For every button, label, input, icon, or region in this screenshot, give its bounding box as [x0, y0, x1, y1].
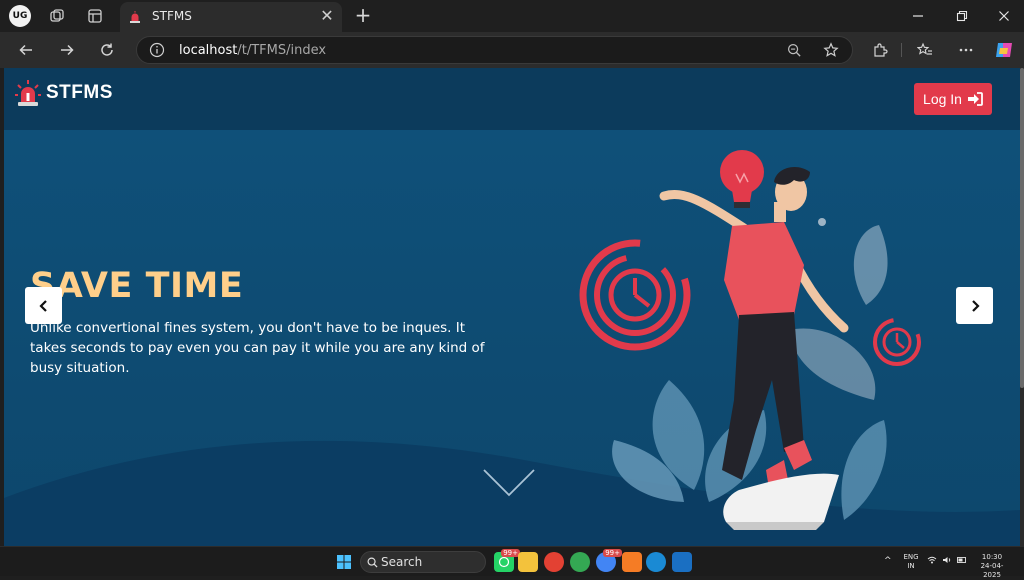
chrome-icon[interactable]: [544, 552, 564, 572]
taskbar-search-label: Search: [381, 555, 423, 569]
carousel-prev-button[interactable]: [25, 287, 62, 324]
favorites-icon[interactable]: [914, 39, 936, 61]
brand-name[interactable]: STFMS: [46, 82, 113, 104]
login-button[interactable]: Log In: [914, 83, 992, 115]
hero-carousel: SAVE TIME Unlike convertional fines syst…: [4, 130, 1020, 546]
refresh-icon[interactable]: [96, 39, 118, 61]
address-bar[interactable]: localhost/t/TFMS/index: [136, 36, 853, 64]
close-window-icon[interactable]: [992, 6, 1016, 26]
minimize-icon[interactable]: [906, 6, 930, 26]
language-bottom: IN: [907, 562, 915, 570]
toolbar-divider: [901, 43, 902, 57]
page-scrollbar[interactable]: [1020, 68, 1024, 546]
site-info-icon[interactable]: [149, 42, 165, 58]
siren-icon: [130, 11, 140, 23]
copilot-icon[interactable]: [993, 39, 1015, 61]
web-page: STFMS Log In SAVE TIME Unlike convertion…: [4, 68, 1020, 546]
windows-taskbar: Search 99+ 99+ ^ ENG IN 10:30 24-04-2025: [0, 546, 1024, 579]
profile-avatar[interactable]: UG: [9, 5, 31, 27]
hero-description: Unlike convertional fines system, you do…: [30, 320, 485, 376]
browser-tab-stfms[interactable]: STFMS ✕: [120, 2, 342, 32]
chrome-notifications-icon[interactable]: 99+: [596, 549, 622, 572]
search-icon: [367, 557, 378, 568]
taskbar-search[interactable]: Search: [360, 551, 486, 573]
login-label: Log In: [923, 91, 962, 107]
zoom-icon[interactable]: [785, 41, 803, 59]
chrome-profile-icon[interactable]: [570, 552, 590, 572]
sign-in-icon: [967, 92, 983, 106]
workspaces-icon[interactable]: [47, 6, 67, 26]
language-top: ENG: [903, 553, 919, 561]
url-path: /t/TFMS/index: [237, 43, 327, 58]
edge-icon[interactable]: [646, 552, 666, 572]
clock-time: 10:30: [981, 553, 1003, 561]
battery-icon[interactable]: [957, 556, 967, 567]
url-text: localhost/t/TFMS/index: [179, 43, 326, 58]
clock-date: 24-04-2025: [980, 562, 1004, 579]
scrollbar-thumb[interactable]: [1020, 68, 1024, 388]
notification-badge: 99+: [603, 549, 622, 557]
file-explorer-icon[interactable]: [518, 552, 538, 572]
xampp-icon[interactable]: [622, 552, 642, 572]
new-tab-button[interactable]: +: [352, 5, 374, 27]
extensions-icon[interactable]: [869, 39, 891, 61]
wifi-icon[interactable]: [927, 556, 937, 567]
windows-start-icon[interactable]: [334, 552, 354, 572]
forward-icon[interactable]: [56, 39, 78, 61]
tab-actions-icon[interactable]: [85, 6, 105, 26]
language-indicator[interactable]: ENG IN: [900, 553, 922, 571]
more-icon[interactable]: [955, 39, 977, 61]
browser-toolbar: localhost/t/TFMS/index: [0, 32, 1024, 68]
scroll-down-icon[interactable]: [482, 468, 536, 498]
carousel-next-button[interactable]: [956, 287, 993, 324]
restore-icon[interactable]: [950, 6, 974, 26]
tab-title: STFMS: [152, 9, 192, 23]
back-icon[interactable]: [15, 39, 37, 61]
site-header: STFMS Log In: [4, 68, 1020, 130]
tab-close-icon[interactable]: ✕: [318, 7, 336, 25]
browser-tab-strip: UG STFMS ✕ +: [0, 0, 1024, 32]
chevron-right-icon: [971, 299, 980, 312]
show-hidden-icons-icon[interactable]: ^: [884, 557, 892, 566]
url-host: localhost: [179, 43, 238, 58]
volume-icon[interactable]: [942, 556, 952, 567]
siren-icon: [15, 80, 41, 106]
vscode-icon[interactable]: [672, 552, 692, 572]
whatsapp-icon[interactable]: 99+: [494, 549, 520, 572]
favorite-star-icon[interactable]: [822, 41, 840, 59]
chevron-left-icon: [38, 299, 47, 312]
